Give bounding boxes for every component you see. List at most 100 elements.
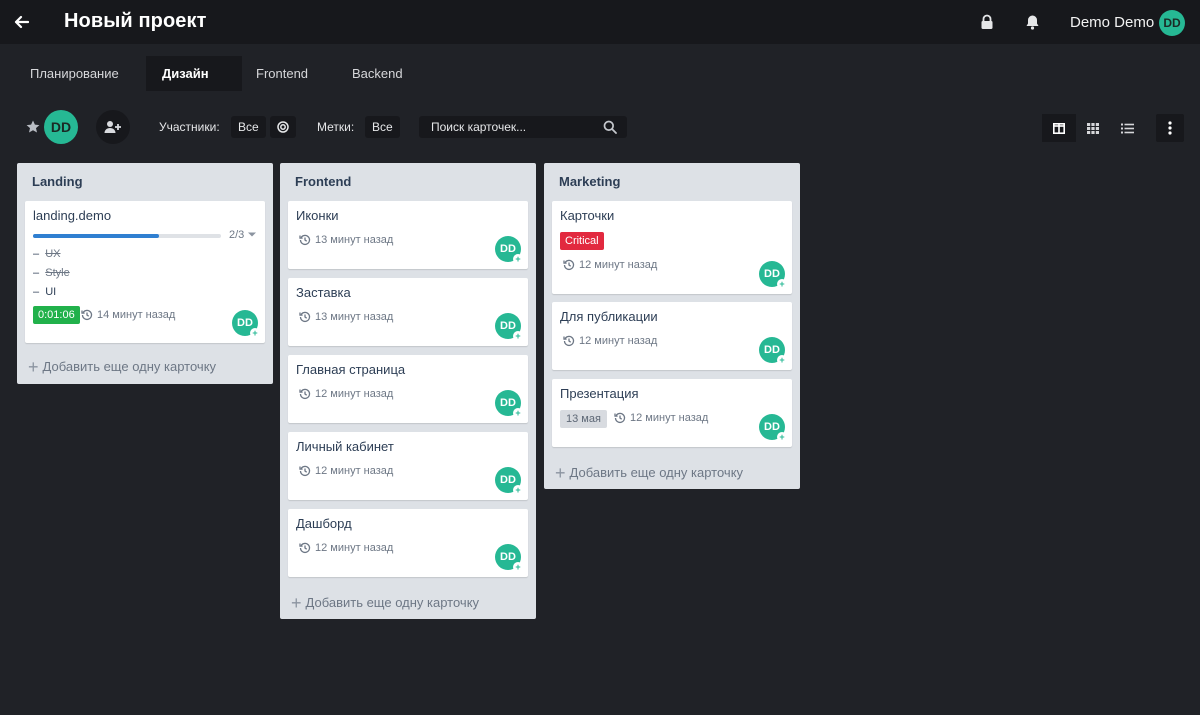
search-icon[interactable] <box>603 120 617 134</box>
card-avatar[interactable]: DD + <box>495 544 523 572</box>
card-avatar[interactable]: DD + <box>232 310 260 338</box>
checklist-item-label: UX <box>45 248 61 260</box>
tab-backend[interactable]: Backend <box>336 56 416 91</box>
card-title: Иконки <box>296 208 339 223</box>
search-box <box>419 116 627 138</box>
progress-fill <box>33 234 159 238</box>
card-avatar[interactable]: DD + <box>495 467 523 495</box>
history-icon <box>299 542 311 554</box>
add-member-icon: + <box>513 408 523 418</box>
card-title: landing.demo <box>33 208 112 223</box>
avatar-initials: DD <box>500 551 516 563</box>
checklist-progress[interactable]: 2/3 <box>229 229 257 241</box>
card-avatar[interactable]: DD + <box>759 414 787 442</box>
card-time: 13 минут назад <box>299 234 393 246</box>
user-avatar[interactable]: DD <box>1159 10 1185 36</box>
card-avatar[interactable]: DD + <box>759 337 787 365</box>
card-title: Главная страница <box>296 362 406 377</box>
card-time: 13 минут назад <box>299 311 393 323</box>
board-card[interactable]: Главная страница 12 минут назад DD + <box>288 355 528 423</box>
label-badge: Critical <box>560 232 604 250</box>
card-time: 12 минут назад <box>299 465 393 477</box>
grid-view-button[interactable] <box>1076 114 1110 142</box>
board-card[interactable]: Личный кабинет 12 минут назад DD + <box>288 432 528 500</box>
tags-label: Метки: <box>317 120 355 134</box>
tab-design[interactable]: Дизайн <box>146 56 242 91</box>
time-text: 13 минут назад <box>315 234 394 246</box>
more-vertical-icon <box>1168 121 1172 135</box>
time-text: 12 минут назад <box>579 259 658 271</box>
star-icon[interactable] <box>25 119 41 135</box>
board-view-button[interactable] <box>1042 114 1076 142</box>
time-text: 12 минут назад <box>315 465 394 477</box>
board-card[interactable]: Заставка 13 минут назад DD + <box>288 278 528 346</box>
card-title: Карточки <box>560 208 615 223</box>
time-text: 12 минут назад <box>630 412 709 424</box>
board-card[interactable]: landing.demo 2/3 – UX – Style – UI 0:01:… <box>25 201 265 343</box>
history-icon <box>299 388 311 400</box>
board-card[interactable]: Для публикации 12 минут назад DD + <box>552 302 792 370</box>
card-time: 12 минут назад <box>614 412 708 424</box>
add-member-icon: + <box>250 328 260 338</box>
card-avatar[interactable]: DD + <box>495 236 523 264</box>
more-options-button[interactable] <box>1156 114 1184 142</box>
members-filter-button[interactable]: Все <box>231 116 266 138</box>
tags-filter-button[interactable]: Все <box>365 116 400 138</box>
back-arrow-icon[interactable] <box>10 11 32 33</box>
card-title: Презентация <box>560 386 639 401</box>
tab-planning[interactable]: Планирование <box>14 56 132 91</box>
avatar-initials: DD <box>237 317 253 329</box>
card-title: Заставка <box>296 285 351 300</box>
avatar-initials: DD <box>764 344 780 356</box>
add-member-icon: + <box>513 485 523 495</box>
board-card[interactable]: Карточки Critical 12 минут назад DD + <box>552 201 792 294</box>
avatar-initials: DD <box>500 320 516 332</box>
target-filter-button[interactable] <box>270 116 296 138</box>
checklist-item-label: UI <box>45 286 57 298</box>
time-text: 12 минут назад <box>315 542 394 554</box>
add-card-label: Добавить еще одну карточку <box>42 359 217 374</box>
avatar-initials: DD <box>500 243 516 255</box>
columns-icon <box>1053 122 1065 134</box>
board-card[interactable]: Дашборд 12 минут назад DD + <box>288 509 528 577</box>
due-date-badge[interactable]: 13 мая <box>560 410 607 428</box>
plus-icon: + <box>28 356 39 377</box>
timer-badge[interactable]: 0:01:06 <box>33 306 80 324</box>
search-input[interactable] <box>419 120 589 134</box>
checklist-item-label: Style <box>45 267 70 279</box>
avatar-initials: DD <box>500 397 516 409</box>
time-text: 12 минут назад <box>315 388 394 400</box>
card-time: 12 минут назад <box>563 259 657 271</box>
add-card-label: Добавить еще одну карточку <box>569 465 744 480</box>
tab-frontend[interactable]: Frontend <box>240 56 322 91</box>
card-avatar[interactable]: DD + <box>495 390 523 418</box>
checklist-item: – UX <box>33 248 61 260</box>
target-icon <box>277 121 289 133</box>
add-member-icon: + <box>777 432 787 442</box>
bell-icon[interactable] <box>1023 13 1041 31</box>
card-avatar[interactable]: DD + <box>759 261 787 289</box>
member-avatar[interactable]: DD <box>44 110 78 144</box>
card-time: 12 минут назад <box>299 542 393 554</box>
card-avatar[interactable]: DD + <box>495 313 523 341</box>
add-user-button[interactable] <box>96 110 130 144</box>
add-card-button[interactable]: + Добавить еще одну карточку <box>28 356 217 377</box>
board-card[interactable]: Презентация 13 мая 12 минут назад DD + <box>552 379 792 447</box>
avatar-initials: DD <box>764 421 780 433</box>
board-card[interactable]: Иконки 13 минут назад DD + <box>288 201 528 269</box>
history-icon <box>299 311 311 323</box>
time-text: 12 минут назад <box>579 335 658 347</box>
add-user-icon <box>104 121 121 133</box>
add-card-button[interactable]: + Добавить еще одну карточку <box>555 464 744 482</box>
time-text: 13 минут назад <box>315 311 394 323</box>
add-card-button[interactable]: + Добавить еще одну карточку <box>291 594 479 612</box>
column-title: Frontend <box>295 174 352 189</box>
lock-icon[interactable] <box>978 13 996 31</box>
card-time: 14 минут назад <box>81 309 175 321</box>
card-title: Личный кабинет <box>296 439 394 454</box>
list-view-button[interactable] <box>1110 114 1144 142</box>
card-title: Для публикации <box>560 309 658 324</box>
user-name[interactable]: Demo Demo <box>1070 14 1154 31</box>
add-member-icon: + <box>777 279 787 289</box>
add-member-icon: + <box>513 562 523 572</box>
